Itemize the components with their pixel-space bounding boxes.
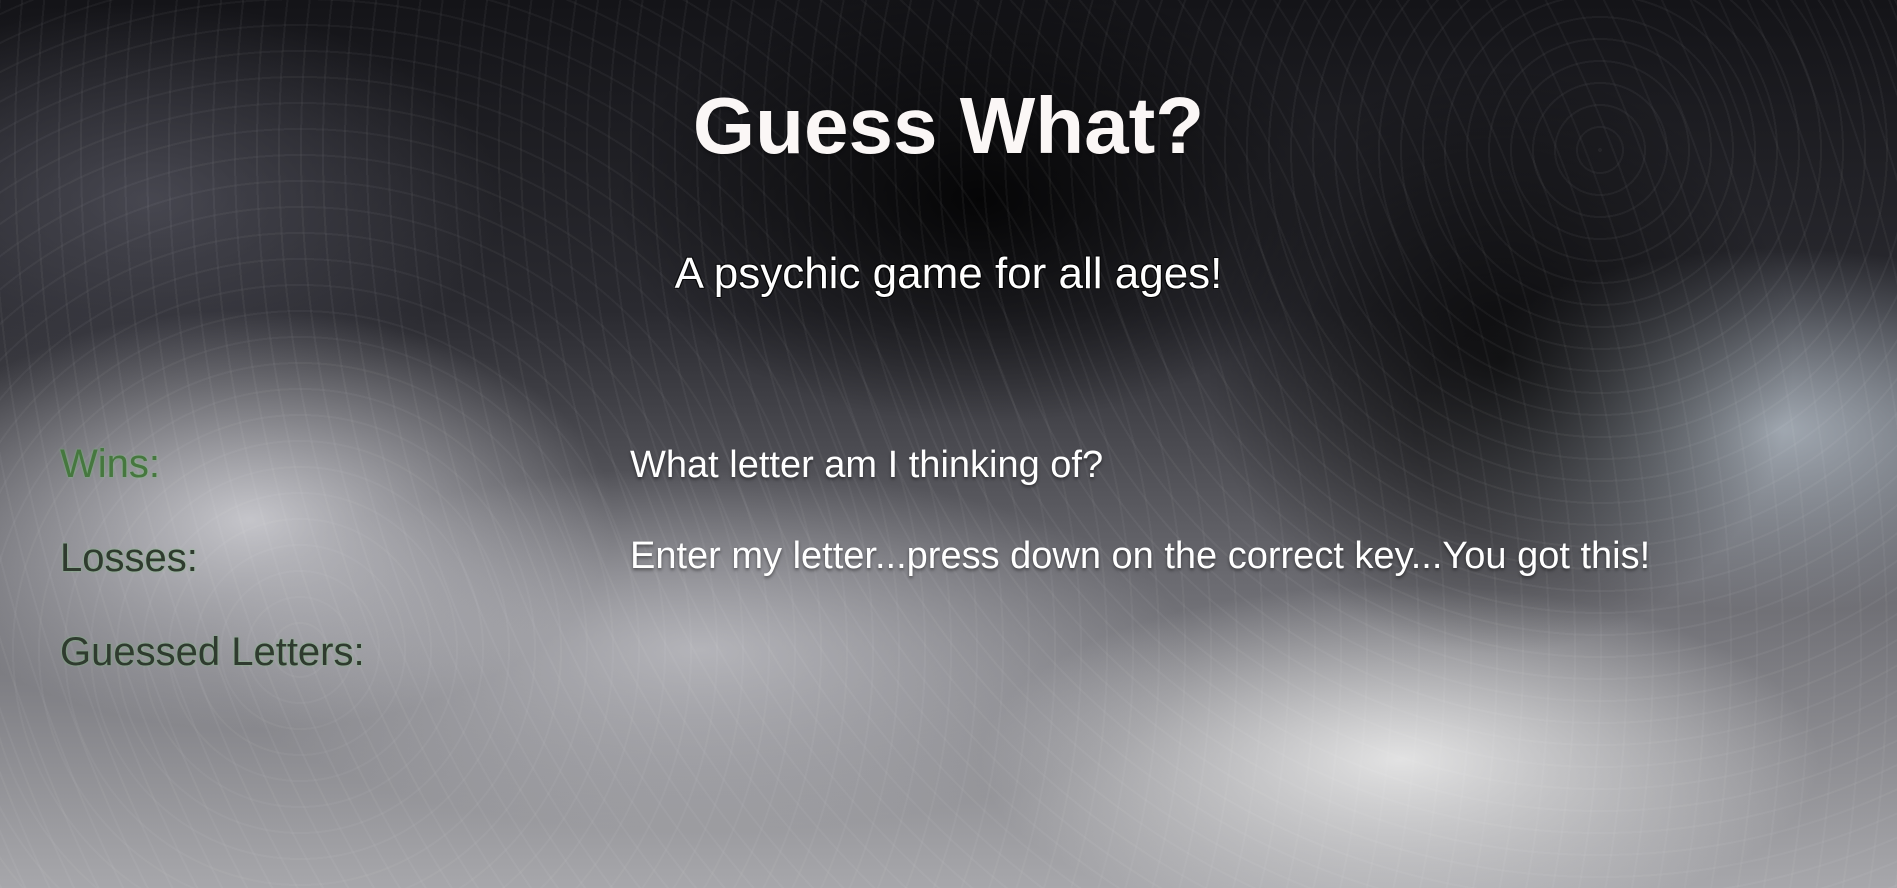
page-title: Guess What? bbox=[692, 81, 1205, 170]
wins-label: Wins: bbox=[60, 442, 160, 486]
losses-label: Losses: bbox=[60, 536, 198, 580]
instruction-text: Enter my letter...press down on the corr… bbox=[630, 535, 1651, 577]
question-text: What letter am I thinking of? bbox=[630, 444, 1104, 486]
page-subtitle: A psychic game for all ages! bbox=[674, 249, 1223, 298]
guessed-letters-label: Guessed Letters: bbox=[60, 630, 365, 674]
